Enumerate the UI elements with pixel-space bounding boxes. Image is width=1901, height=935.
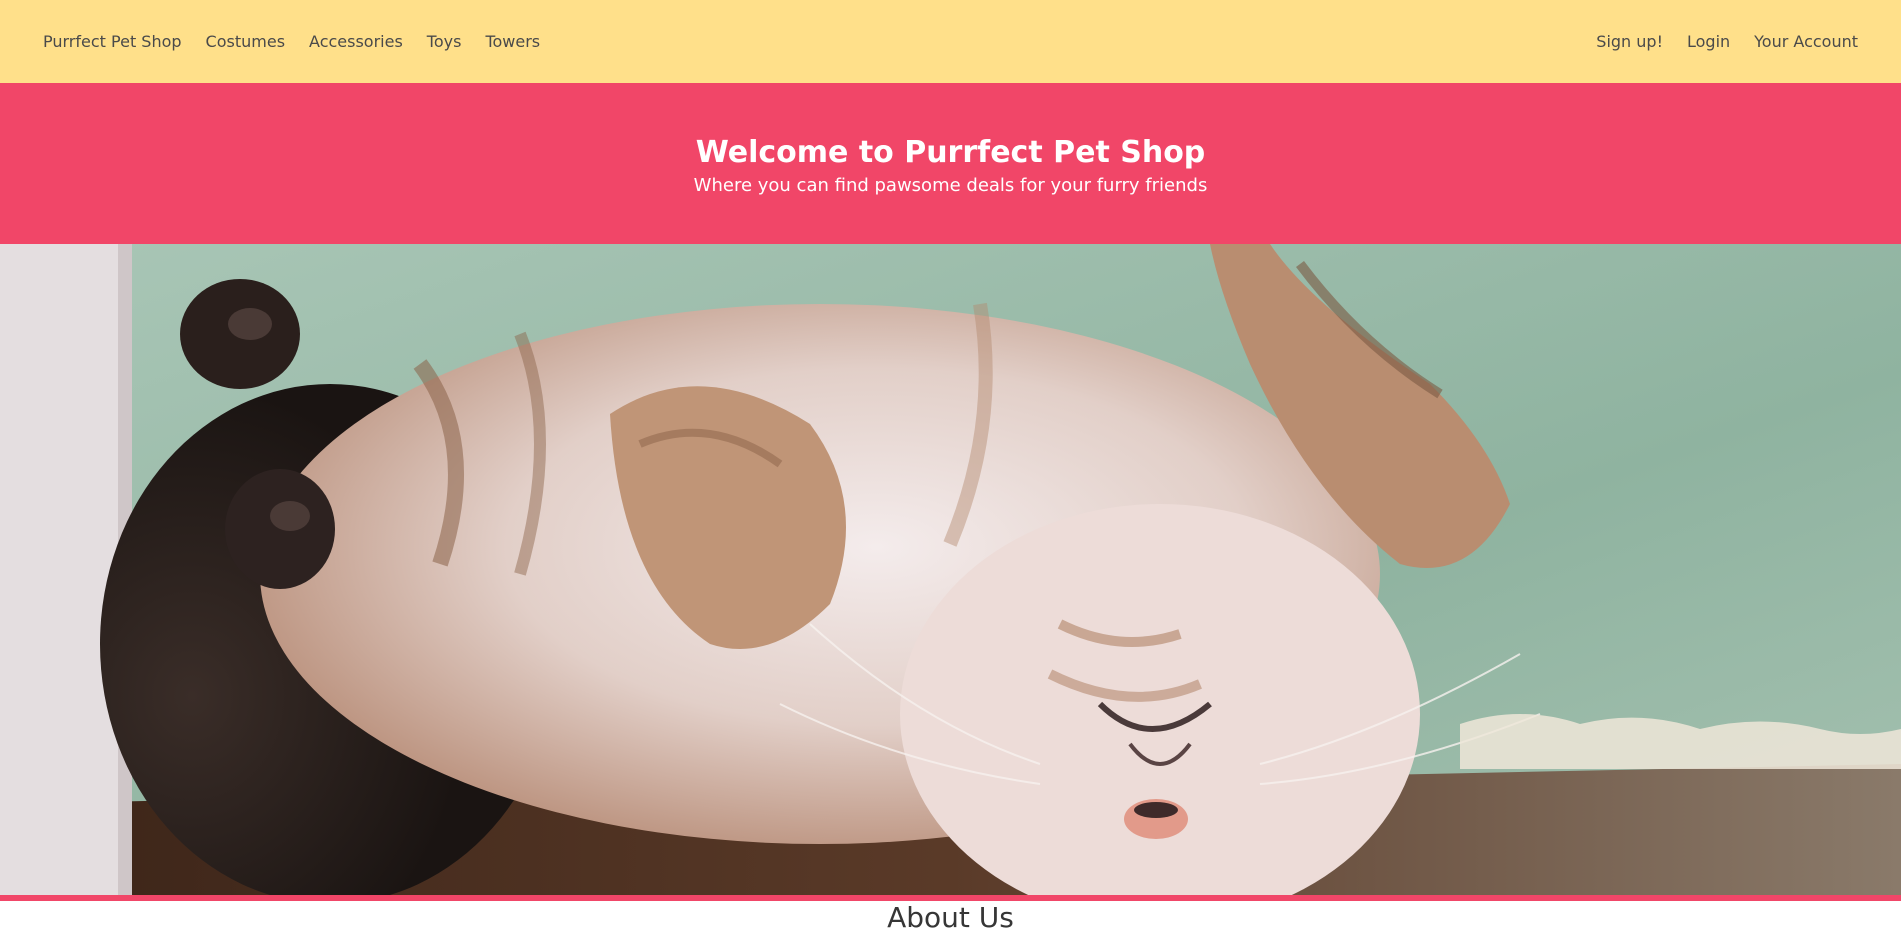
nav-link-costumes[interactable]: Costumes — [206, 32, 285, 51]
nav-link-towers[interactable]: Towers — [485, 32, 540, 51]
hero-subtitle: Where you can find pawsome deals for you… — [693, 174, 1208, 196]
nav-right-group: Sign up! Login Your Account — [1596, 32, 1858, 51]
nav-link-accessories[interactable]: Accessories — [309, 32, 403, 51]
hero-section: Welcome to Purrfect Pet Shop Where you c… — [0, 83, 1901, 244]
hero-title: Welcome to Purrfect Pet Shop — [695, 134, 1206, 170]
top-navbar: Purrfect Pet Shop Costumes Accessories T… — [0, 0, 1901, 83]
nav-link-account[interactable]: Your Account — [1754, 32, 1858, 51]
sleeping-cat-photo — [0, 244, 1901, 895]
cat-illustration — [0, 244, 1901, 895]
about-heading: About Us — [887, 901, 1014, 934]
nav-link-toys[interactable]: Toys — [427, 32, 462, 51]
nav-link-signup[interactable]: Sign up! — [1596, 32, 1663, 51]
nav-left-group: Purrfect Pet Shop Costumes Accessories T… — [43, 32, 540, 51]
nav-link-login[interactable]: Login — [1687, 32, 1730, 51]
nav-brand-link[interactable]: Purrfect Pet Shop — [43, 32, 182, 51]
